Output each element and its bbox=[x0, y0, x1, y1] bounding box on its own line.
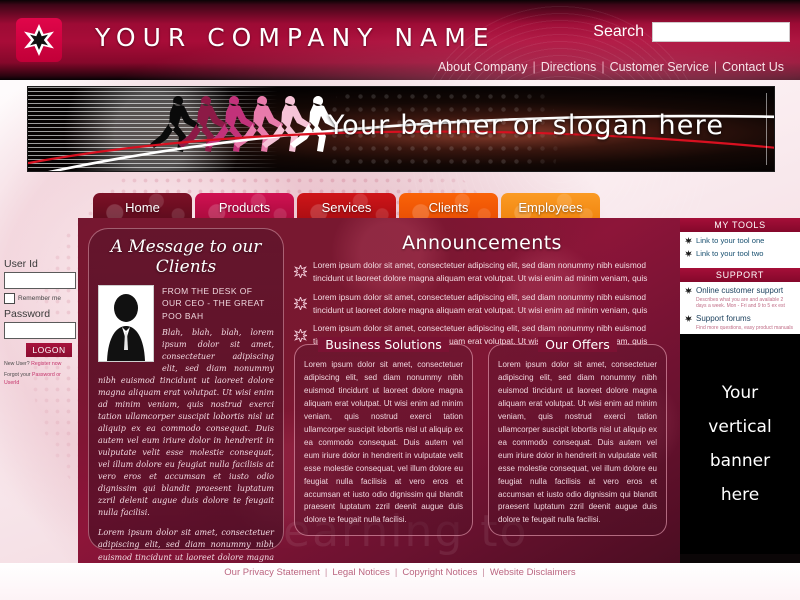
ceo-portrait-silhouette bbox=[98, 285, 154, 362]
topnav-separator: | bbox=[601, 60, 605, 74]
login-panel: User Id Remember me Password LOGON New U… bbox=[4, 258, 76, 387]
remember-me-row[interactable]: Remember me bbox=[4, 293, 76, 304]
tool-link-two[interactable]: Link to your tool two bbox=[696, 249, 764, 258]
support-list: Online customer support Describes what y… bbox=[680, 281, 800, 341]
our-offers-title: Our Offers bbox=[538, 337, 617, 352]
footer-privacy-statement[interactable]: Our Privacy Statement bbox=[219, 567, 325, 578]
topnav-customer-service[interactable]: Customer Service bbox=[606, 60, 713, 74]
logon-button[interactable]: LOGON bbox=[26, 343, 72, 357]
site-header: YOUR COMPANY NAME Search About Company | D… bbox=[0, 0, 800, 304]
support-forums-link[interactable]: Support forums bbox=[696, 314, 793, 324]
search-label: Search bbox=[593, 23, 644, 40]
list-item[interactable]: Lorem ipsum dolor sit amet, consectetuer… bbox=[294, 259, 670, 285]
new-user-text: New User? bbox=[4, 361, 30, 367]
user-id-label: User Id bbox=[4, 258, 38, 270]
tool-link-one[interactable]: Link to your tool one bbox=[696, 236, 764, 245]
announcement-text: Lorem ipsum dolor sit amet, consectetuer… bbox=[313, 260, 648, 283]
tab-label: Services bbox=[321, 200, 372, 215]
vertical-banner-line-2: vertical bbox=[708, 417, 772, 437]
support-forums-sub: Find more questions, easy product manual… bbox=[696, 324, 793, 331]
register-now-link[interactable]: Register now bbox=[31, 361, 61, 367]
tab-label: Home bbox=[125, 200, 160, 215]
client-message-panel: A Message to our Clients FROM THE DESK O… bbox=[88, 228, 284, 562]
list-item[interactable]: Support forums Find more questions, easy… bbox=[685, 314, 795, 332]
arrow-star-bullet-icon bbox=[685, 237, 692, 244]
main-content: earning to A Message to our Clients FROM… bbox=[78, 218, 680, 563]
site-footer: Our Privacy Statement | Legal Notices | Copy… bbox=[0, 563, 800, 600]
list-item[interactable]: Lorem ipsum dolor sit amet, consectetuer… bbox=[294, 291, 670, 317]
vertical-banner[interactable]: Your vertical banner here bbox=[680, 334, 800, 554]
client-message-title: A Message to our Clients bbox=[110, 237, 262, 277]
footer-links: Our Privacy Statement | Legal Notices | Copy… bbox=[219, 567, 580, 578]
forgot-text: Forgot your bbox=[4, 372, 31, 379]
vertical-banner-line-1: Your bbox=[721, 383, 759, 403]
tab-label: Clients bbox=[428, 200, 469, 215]
list-item[interactable]: Link to your tool one bbox=[685, 236, 795, 245]
my-tools-header: MY TOOLS bbox=[680, 218, 800, 232]
banner-right-divider bbox=[766, 93, 767, 165]
star-burst-icon bbox=[24, 24, 54, 56]
list-item[interactable]: Online customer support Describes what y… bbox=[685, 286, 795, 310]
vertical-banner-line-3: banner bbox=[709, 451, 771, 471]
page-title: YOUR COMPANY NAME bbox=[95, 23, 496, 52]
right-sidebar: MY TOOLS Link to your tool one Link to y… bbox=[680, 218, 800, 563]
arrow-star-bullet-icon bbox=[685, 250, 692, 258]
topnav-separator: | bbox=[532, 60, 536, 74]
topnav-contact-us[interactable]: Contact Us bbox=[718, 60, 788, 74]
flower-star-bullet-icon bbox=[294, 297, 307, 311]
portrait-icon bbox=[99, 286, 153, 361]
business-solutions-body: Lorem ipsum dolor sit amet, consectetuer… bbox=[304, 360, 463, 525]
new-user-row: New User? Register now bbox=[4, 361, 76, 368]
support-header: SUPPORT bbox=[680, 267, 800, 282]
password-label: Password bbox=[4, 308, 51, 320]
footer-legal-notices[interactable]: Legal Notices bbox=[327, 567, 395, 578]
our-offers-panel: Our Offers Lorem ipsum dolor sit amet, c… bbox=[488, 337, 667, 536]
forgot-password-row: Forgot your Password or UserId bbox=[4, 372, 76, 387]
footer-copyright-notices[interactable]: Copyright Notices bbox=[397, 567, 482, 578]
announcements-title: Announcements bbox=[402, 232, 562, 254]
our-offers-body: Lorem ipsum dolor sit amet, consectetuer… bbox=[498, 360, 657, 525]
user-id-field[interactable] bbox=[4, 272, 76, 289]
search-area: Search bbox=[593, 22, 790, 42]
vertical-banner-line-4: here bbox=[720, 485, 760, 505]
business-solutions-title: Business Solutions bbox=[318, 337, 449, 352]
flower-star-bullet-icon bbox=[294, 265, 307, 279]
client-message-body-secondary: Lorem ipsum dolor sit amet, consectetuer… bbox=[98, 527, 274, 562]
remember-me-label: Remember me bbox=[18, 295, 61, 302]
top-navigation: About Company | Directions | Customer Servic… bbox=[434, 60, 788, 74]
remember-me-checkbox[interactable] bbox=[4, 293, 15, 304]
topnav-directions[interactable]: Directions bbox=[537, 60, 601, 74]
topnav-about-company[interactable]: About Company bbox=[434, 60, 532, 74]
page-root: YOUR COMPANY NAME Search About Company | D… bbox=[0, 0, 800, 600]
tab-label: Products bbox=[218, 200, 271, 215]
logon-button-label: LOGON bbox=[32, 345, 66, 355]
business-solutions-title-wrap: Business Solutions bbox=[295, 336, 472, 354]
list-item[interactable]: Link to your tool two bbox=[685, 249, 795, 258]
business-solutions-panel: Business Solutions Lorem ipsum dolor sit… bbox=[294, 337, 473, 536]
announcement-text: Lorem ipsum dolor sit amet, consectetuer… bbox=[313, 291, 648, 315]
my-tools-list: Link to your tool one Link to your tool … bbox=[680, 232, 800, 268]
tab-label: Employees bbox=[518, 200, 583, 215]
star-burst-logo[interactable] bbox=[16, 18, 62, 62]
our-offers-title-wrap: Our Offers bbox=[489, 336, 666, 354]
online-customer-support-sub: Describes what you are and available 2 d… bbox=[696, 296, 785, 310]
online-customer-support-link[interactable]: Online customer support bbox=[696, 286, 795, 296]
arrow-star-bullet-icon bbox=[685, 314, 692, 322]
password-field[interactable] bbox=[4, 322, 76, 339]
footer-website-disclaimers[interactable]: Website Disclaimers bbox=[485, 567, 581, 578]
arrow-star-bullet-icon bbox=[685, 286, 692, 294]
search-input[interactable] bbox=[652, 22, 790, 42]
banner-slogan: Your banner or slogan here bbox=[328, 110, 725, 141]
hero-banner[interactable]: Your banner or slogan here bbox=[27, 86, 775, 172]
